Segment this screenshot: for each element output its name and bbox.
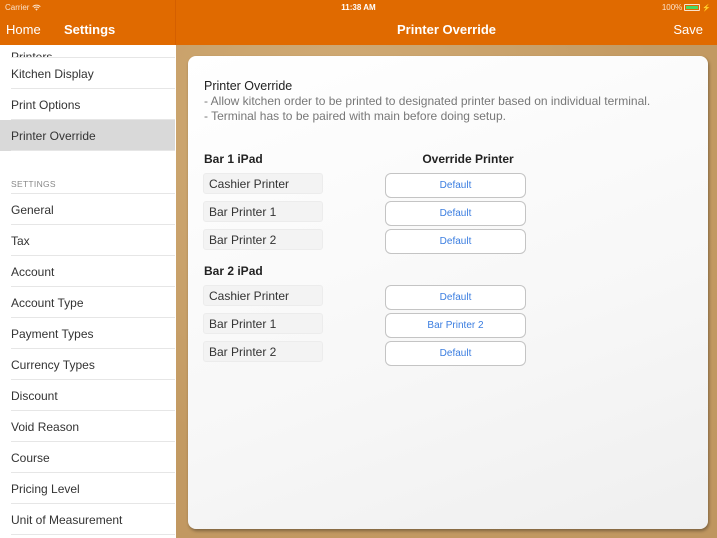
charging-icon: ⚡ [702, 4, 711, 12]
sidebar-item-discount[interactable]: Discount [0, 380, 175, 411]
sidebar-item-account[interactable]: Account [0, 256, 175, 287]
sidebar-item-general[interactable]: General [0, 194, 175, 225]
page-title: Printer Override [397, 22, 496, 37]
save-button[interactable]: Save [673, 22, 703, 37]
navigation-bar: Carrier 11:38 AM 100% ⚡ Home Settings Pr… [0, 0, 717, 45]
override-printer-button[interactable]: Default [385, 173, 526, 198]
override-printer-button[interactable]: Bar Printer 2 [385, 313, 526, 338]
printer-override-card: Printer Override - Allow kitchen order t… [188, 56, 708, 529]
sidebar-item-label: Tax [11, 233, 30, 248]
sidebar-item-label: Currency Types [11, 357, 95, 372]
sidebar-item-print-options[interactable]: Print Options [0, 89, 175, 120]
battery-indicator: 100% ⚡ [662, 3, 711, 12]
override-printer-button[interactable]: Default [385, 341, 526, 366]
sidebar-item-label: Course [11, 450, 50, 465]
sidebar-item-kitchen-display[interactable]: Kitchen Display [0, 58, 175, 89]
sidebar-item-unit-of-measurement[interactable]: Unit of Measurement [0, 504, 175, 535]
clock: 11:38 AM [341, 3, 376, 12]
sidebar: Printers Kitchen Display Print Options P… [0, 45, 175, 538]
override-printer-button[interactable]: Default [385, 229, 526, 254]
override-printer-button[interactable]: Default [385, 285, 526, 310]
home-button[interactable]: Home [6, 22, 41, 37]
description-line: - Terminal has to be paired with main be… [204, 108, 506, 123]
printer-label: Bar Printer 2 [203, 341, 323, 362]
sidebar-item-label: Pricing Level [11, 481, 80, 496]
printer-label: Bar Printer 1 [203, 313, 323, 334]
sidebar-item-label: Printers [11, 50, 53, 58]
battery-icon [684, 4, 701, 11]
sidebar-item-payment-types[interactable]: Payment Types [0, 318, 175, 349]
sidebar-item-label: Account Type [11, 295, 84, 310]
detail-pane: Printer Override - Allow kitchen order t… [176, 45, 717, 538]
override-column-header: Override Printer [422, 152, 514, 166]
sidebar-item-label: Discount [11, 388, 58, 403]
sidebar-item-printers[interactable]: Printers [0, 45, 175, 58]
sidebar-item-account-type[interactable]: Account Type [0, 287, 175, 318]
printer-label: Cashier Printer [203, 173, 323, 194]
device-name: Bar 1 iPad [204, 152, 263, 166]
sidebar-item-tax[interactable]: Tax [0, 225, 175, 256]
sidebar-item-label: Unit of Measurement [11, 512, 123, 527]
sidebar-item-label: Kitchen Display [11, 66, 94, 81]
card-description: - Allow kitchen order to be printed to d… [204, 94, 684, 123]
printer-label: Cashier Printer [203, 285, 323, 306]
sidebar-item-pricing-level[interactable]: Pricing Level [0, 473, 175, 504]
battery-percent: 100% [661, 3, 683, 12]
status-bar: Carrier 11:38 AM 100% ⚡ [0, 0, 717, 14]
sidebar-item-label: Account [11, 264, 55, 279]
sidebar-item-currency-types[interactable]: Currency Types [0, 349, 175, 380]
sidebar-item-course[interactable]: Course [0, 442, 175, 473]
sidebar-item-label: Void Reason [11, 419, 80, 434]
settings-title: Settings [64, 22, 116, 37]
device-name: Bar 2 iPad [204, 264, 263, 278]
override-printer-button[interactable]: Default [385, 201, 526, 226]
section-header-settings: SETTINGS [0, 179, 175, 194]
sidebar-item-label: General [11, 202, 54, 217]
sidebar-item-label: Payment Types [11, 326, 94, 341]
card-title: Printer Override [204, 79, 293, 93]
sidebar-item-label: Print Options [11, 97, 81, 112]
sidebar-item-printer-override[interactable]: Printer Override [0, 120, 175, 151]
printer-label: Bar Printer 1 [203, 201, 323, 222]
sidebar-item-void-reason[interactable]: Void Reason [0, 411, 175, 442]
printer-label: Bar Printer 2 [203, 229, 323, 250]
sidebar-item-label: Printer Override [11, 128, 96, 143]
description-line: - Allow kitchen order to be printed to d… [204, 94, 651, 108]
